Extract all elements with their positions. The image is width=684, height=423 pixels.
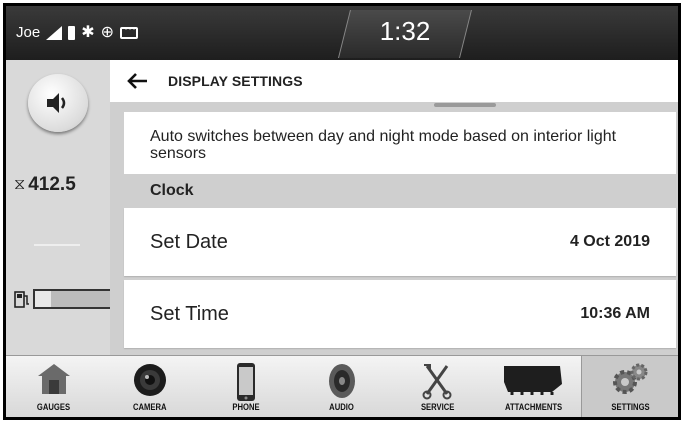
gear-icon bbox=[613, 363, 648, 394]
nav-phone[interactable]: PHONE bbox=[198, 356, 294, 417]
fuel-gauge bbox=[14, 289, 115, 309]
nav-label-audio: AUDIO bbox=[329, 402, 354, 412]
nav-camera[interactable]: CAMERA bbox=[102, 356, 198, 417]
fuel-bar bbox=[33, 289, 115, 309]
set-time-label: Set Time bbox=[150, 302, 229, 325]
auto-mode-description: Auto switches between day and night mode… bbox=[150, 128, 617, 162]
bottom-nav: GAUGES CAMERA PHONE AUDIO SERVICE ATTACH… bbox=[6, 355, 678, 417]
signal-icon bbox=[46, 25, 63, 40]
auto-mode-description-card: Auto switches between day and night mode… bbox=[124, 112, 676, 174]
nav-label-camera: CAMERA bbox=[132, 402, 167, 412]
gps-icon: ⊕ bbox=[100, 23, 114, 41]
camera-icon bbox=[133, 364, 166, 396]
set-time-value: 10:36 AM bbox=[580, 305, 650, 322]
set-date-label: Set Date bbox=[150, 230, 228, 253]
nav-gauges[interactable]: GAUGES bbox=[6, 356, 102, 417]
scroll-indicator[interactable] bbox=[434, 103, 496, 107]
clock: 1:32 bbox=[379, 16, 431, 46]
fuel-level bbox=[35, 291, 51, 307]
hour-meter: ⧖ 412.5 bbox=[14, 174, 76, 196]
nav-label-attachments: ATTACHMENTS bbox=[504, 402, 562, 412]
nav-attachments[interactable]: ATTACHMENTS bbox=[485, 356, 581, 417]
nav-label-service: SERVICE bbox=[420, 402, 455, 412]
nav-audio[interactable]: AUDIO bbox=[294, 356, 390, 417]
house-icon bbox=[37, 364, 70, 394]
volume-button[interactable] bbox=[28, 74, 88, 132]
user-name: Joe bbox=[16, 24, 41, 41]
back-arrow-icon bbox=[127, 73, 147, 89]
speaker-icon bbox=[328, 364, 355, 398]
set-time-row[interactable]: Set Time 10:36 AM bbox=[124, 280, 676, 348]
page-title: DISPLAY SETTINGS bbox=[168, 73, 303, 89]
left-rail: ⧖ 412.5 bbox=[6, 60, 115, 355]
nav-service[interactable]: SERVICE bbox=[389, 356, 485, 417]
status-bar: Joe ✱ ⊕ 1:32 bbox=[6, 6, 678, 60]
phone-icon bbox=[236, 363, 255, 401]
hour-meter-value: 412.5 bbox=[28, 174, 76, 195]
rail-divider bbox=[34, 244, 80, 246]
nav-label-phone: PHONE bbox=[232, 402, 260, 412]
hourglass-icon: ⧖ bbox=[14, 176, 26, 193]
bluetooth-icon: ✱ bbox=[81, 23, 95, 41]
section-label-clock: Clock bbox=[150, 182, 194, 199]
wrench-icon bbox=[422, 364, 452, 400]
set-date-row[interactable]: Set Date 4 Oct 2019 bbox=[124, 208, 676, 276]
battery-icon bbox=[68, 25, 76, 40]
back-button[interactable] bbox=[124, 68, 150, 94]
bucket-icon bbox=[504, 366, 563, 395]
settings-panel: DISPLAY SETTINGS Auto switches between d… bbox=[110, 60, 678, 355]
nav-label-gauges: GAUGES bbox=[37, 402, 71, 412]
display-screen: Joe ✱ ⊕ 1:32 ⧖ 412.5 bbox=[3, 3, 681, 420]
speaker-icon bbox=[47, 93, 66, 113]
fuel-pump-icon bbox=[14, 291, 29, 308]
nav-settings[interactable]: SETTINGS bbox=[581, 356, 678, 417]
page-header: DISPLAY SETTINGS bbox=[110, 60, 678, 102]
nav-label-settings: SETTINGS bbox=[610, 402, 650, 412]
message-icon bbox=[120, 21, 138, 39]
set-date-value: 4 Oct 2019 bbox=[569, 233, 650, 250]
